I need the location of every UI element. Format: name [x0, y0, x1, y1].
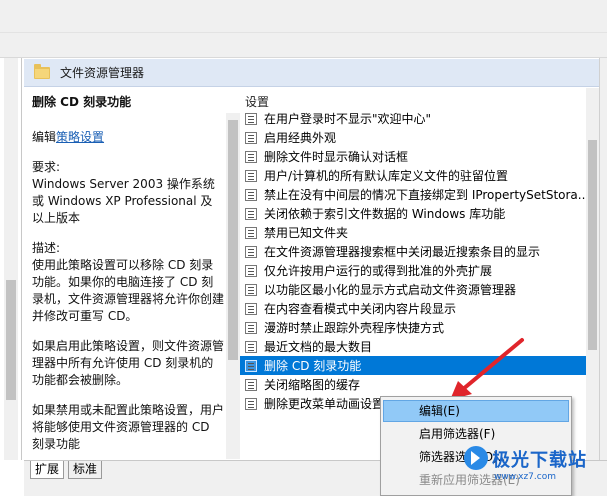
context-menu-item[interactable]: 编辑(E) [383, 400, 569, 422]
list-item[interactable]: 关闭依赖于索引文件数据的 Windows 库功能 [240, 204, 586, 223]
disabled-text: 如果禁用或未配置此策略设置，用户将能够使用文件资源管理器的 CD 刻录功能 [32, 403, 224, 451]
list-item[interactable]: 在内容查看模式中关闭内容片段显示 [240, 299, 586, 318]
policy-setting-icon [245, 207, 257, 220]
folder-icon [34, 63, 50, 79]
toolbar-divider [0, 32, 607, 33]
list-item-label: 在文件资源管理器搜索框中关闭最近搜索条目的显示 [264, 245, 541, 259]
tree-scrollbar-thumb[interactable] [6, 280, 16, 400]
list-item[interactable]: 仅允许按用户运行的或得到批准的外壳扩展 [240, 261, 586, 280]
edit-line: 编辑策略设置 [32, 129, 224, 146]
list-item[interactable]: 删除 CD 刻录功能 [240, 356, 586, 375]
policy-setting-icon [245, 112, 257, 125]
settings-column-header[interactable]: 设置 [245, 93, 269, 110]
watermark: 极光下载站 www.xz7.com [462, 438, 602, 490]
policy-setting-icon [245, 131, 257, 144]
policy-setting-icon [245, 340, 257, 353]
watermark-logo-icon [464, 446, 488, 470]
list-item[interactable]: 启用经典外观 [240, 128, 586, 147]
requirements-label: 要求: [32, 160, 61, 174]
policy-setting-icon [245, 169, 257, 182]
list-item-label: 禁用已知文件夹 [264, 226, 349, 240]
policy-setting-icon [245, 321, 257, 334]
policy-setting-icon [245, 245, 257, 258]
list-item-label: 在内容查看模式中关闭内容片段显示 [264, 302, 457, 316]
list-item-label: 禁止在没有中间层的情况下直接绑定到 IPropertySetStora... [264, 188, 586, 202]
policy-setting-icon [245, 283, 257, 296]
description: 描述: 使用此策略设置可以移除 CD 刻录功能。如果你的电脑连接了 CD 刻录机，… [32, 240, 224, 325]
list-item[interactable]: 禁用已知文件夹 [240, 223, 586, 242]
policy-setting-icon [245, 226, 257, 239]
enabled-text: 如果启用此策略设置，则文件资源管理器中所有允许使用 CD 刻录机的功能都会被删除… [32, 339, 224, 387]
list-item-label: 漫游时禁止跟踪外壳程序快捷方式 [264, 321, 445, 335]
policy-setting-icon [245, 150, 257, 163]
list-item-label: 删除文件时显示确认对话框 [264, 150, 409, 164]
list-item[interactable]: 漫游时禁止跟踪外壳程序快捷方式 [240, 318, 586, 337]
list-item-label: 在用户登录时不显示"欢迎中心" [264, 112, 432, 126]
edit-prefix: 编辑 [32, 130, 57, 144]
list-item-label: 用户/计算机的所有默认库定义文件的驻留位置 [264, 169, 509, 183]
list-item-label: 关闭依赖于索引文件数据的 Windows 库功能 [264, 207, 506, 221]
list-item[interactable]: 在用户登录时不显示"欢迎中心" [240, 109, 586, 128]
policy-setting-icon [245, 397, 257, 410]
toolbar-area [0, 0, 607, 58]
policy-setting-icon [245, 378, 257, 391]
policy-setting-icon [245, 264, 257, 277]
watermark-text: 极光下载站 [492, 450, 587, 471]
policy-setting-icon [245, 359, 257, 372]
policy-settings-link[interactable]: 策略设置 [56, 130, 104, 144]
list-item[interactable]: 关闭缩略图的缓存 [240, 375, 586, 394]
tab-standard[interactable]: 标准 [68, 461, 103, 479]
requirements-text: Windows Server 2003 操作系统或 Windows XP Pro… [32, 177, 215, 225]
list-item-label: 最近文档的最大数目 [264, 340, 373, 354]
list-item[interactable]: 最近文档的最大数目 [240, 337, 586, 356]
description-text: 使用此策略设置可以移除 CD 刻录功能。如果你的电脑连接了 CD 刻录机，文件资… [32, 258, 224, 323]
description-pane: 删除 CD 刻录功能 编辑策略设置 要求: Windows Server 2003… [24, 88, 224, 460]
description-scrollbar-thumb[interactable] [228, 120, 238, 360]
requirements: 要求: Windows Server 2003 操作系统或 Windows XP … [32, 159, 224, 227]
watermark-url: www.xz7.com [494, 472, 556, 482]
list-item[interactable]: 删除文件时显示确认对话框 [240, 147, 586, 166]
list-item-label: 以功能区最小化的显示方式启动文件资源管理器 [264, 283, 517, 297]
window-edge [599, 58, 607, 496]
settings-scrollbar-thumb[interactable] [588, 140, 597, 350]
list-item[interactable]: 以功能区最小化的显示方式启动文件资源管理器 [240, 280, 586, 299]
policy-setting-icon [245, 302, 257, 315]
list-item-label: 仅允许按用户运行的或得到批准的外壳扩展 [264, 264, 493, 278]
list-item[interactable]: 在文件资源管理器搜索框中关闭最近搜索条目的显示 [240, 242, 586, 261]
category-header: 文件资源管理器 [24, 59, 599, 87]
policy-setting-icon [245, 188, 257, 201]
list-item-label: 关闭缩略图的缓存 [264, 378, 361, 392]
list-item-label: 删除 CD 刻录功能 [264, 359, 362, 373]
policy-title: 删除 CD 刻录功能 [32, 95, 132, 109]
list-item-label: 启用经典外观 [264, 131, 337, 145]
list-item[interactable]: 禁止在没有中间层的情况下直接绑定到 IPropertySetStora... [240, 185, 586, 204]
description-label: 描述: [32, 241, 61, 255]
tab-extended[interactable]: 扩展 [30, 461, 65, 479]
category-title: 文件资源管理器 [60, 66, 145, 80]
list-item[interactable]: 用户/计算机的所有默认库定义文件的驻留位置 [240, 166, 586, 185]
